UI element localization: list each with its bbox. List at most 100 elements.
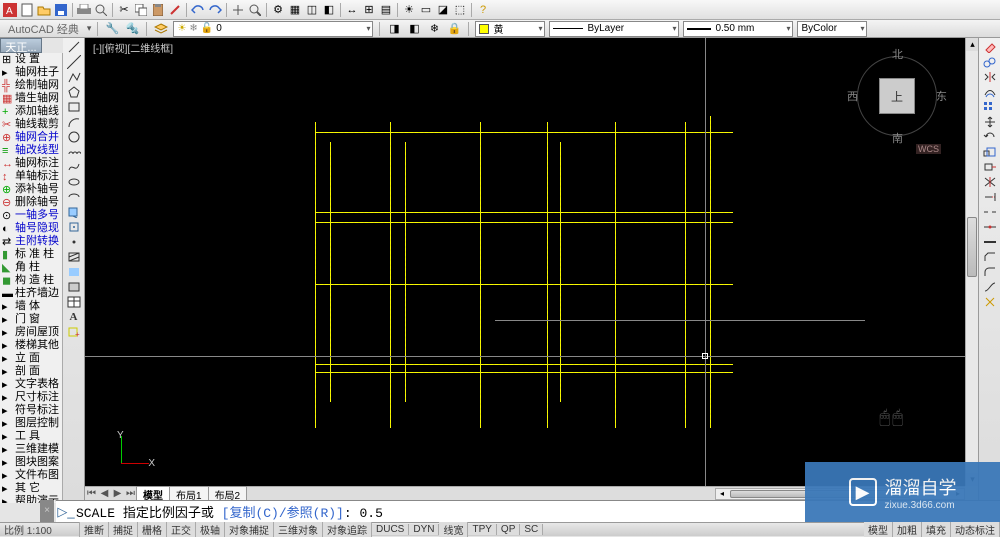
scroll-thumb[interactable] [967, 217, 977, 277]
scale-icon[interactable] [981, 145, 999, 159]
status-3dosnap[interactable]: 三维对象 [274, 522, 323, 537]
status-grid[interactable]: 栅格 [138, 522, 167, 537]
save-icon[interactable] [53, 2, 69, 18]
lp-trim-axis[interactable]: ✂轴线裁剪 [0, 118, 62, 131]
addsel-icon[interactable]: + [65, 325, 83, 339]
tab-prev-icon[interactable]: ◀ [98, 488, 111, 499]
trim-icon[interactable] [981, 175, 999, 189]
lp-block[interactable]: ▸图块图案 [0, 456, 62, 469]
rotate-icon[interactable] [981, 130, 999, 144]
offset-icon[interactable] [981, 85, 999, 99]
lp-std-col[interactable]: ▮标 准 柱 [0, 248, 62, 261]
array-icon[interactable] [981, 100, 999, 114]
lp-corner-col[interactable]: ◣角 柱 [0, 261, 62, 274]
rect-icon[interactable] [65, 100, 83, 114]
status-lwt[interactable]: 线宽 [439, 522, 468, 537]
cut-icon[interactable]: ✂ [116, 2, 132, 18]
status-coord[interactable]: 比例 1:100 [0, 522, 80, 537]
open-icon[interactable] [36, 2, 52, 18]
layer-combo[interactable]: ☀❄🔓 0 [173, 21, 373, 37]
dim-icon[interactable]: ↔ [344, 2, 360, 18]
paste-icon[interactable] [150, 2, 166, 18]
lp-add-num[interactable]: ⊕添补轴号 [0, 183, 62, 196]
status-snap[interactable]: 捕捉 [109, 522, 138, 537]
sheet-icon[interactable]: ▭ [418, 2, 434, 18]
circle-icon[interactable] [65, 130, 83, 144]
wcs-label[interactable]: WCS [916, 144, 941, 154]
tool-icon[interactable]: ⚙ [270, 2, 286, 18]
viewcube-top[interactable]: 上 [879, 78, 915, 114]
point-icon[interactable] [65, 235, 83, 249]
insert-icon[interactable] [65, 205, 83, 219]
table-icon[interactable] [65, 295, 83, 309]
status-qp[interactable]: QP [497, 524, 520, 535]
render-icon[interactable]: ☀ [401, 2, 417, 18]
status-dyndim[interactable]: 动态标注 [951, 522, 1000, 537]
status-infer[interactable]: 推断 [80, 522, 109, 537]
lp-axis-dim[interactable]: ↔轴网标注 [0, 157, 62, 170]
line-icon[interactable] [65, 40, 83, 54]
lp-section[interactable]: ▸剖 面 [0, 365, 62, 378]
status-polar[interactable]: 极轴 [196, 522, 225, 537]
fillet-icon[interactable] [981, 265, 999, 279]
lp-other[interactable]: ▸其 它 [0, 482, 62, 495]
ellipse-arc-icon[interactable] [65, 190, 83, 204]
stretch-icon[interactable] [981, 160, 999, 174]
layeroff-icon[interactable]: ◧ [406, 21, 422, 37]
color-combo[interactable]: 黄 [475, 21, 545, 37]
table-icon[interactable]: ▤ [378, 2, 394, 18]
lp-3d[interactable]: ▸三维建模 [0, 443, 62, 456]
spline-icon[interactable] [65, 160, 83, 174]
block-make-icon[interactable] [65, 220, 83, 234]
lp-door[interactable]: ▸门 窗 [0, 313, 62, 326]
lp-hide-num[interactable]: ◐轴号隐现 [0, 222, 62, 235]
linetype-combo[interactable]: ByLayer [549, 21, 679, 37]
help-icon[interactable]: ? [475, 2, 491, 18]
lp-swap[interactable]: ⇄主附转换 [0, 235, 62, 248]
move-icon[interactable] [981, 115, 999, 129]
lp-text[interactable]: ▸文字表格 [0, 378, 62, 391]
chamfer-icon[interactable] [981, 250, 999, 264]
lp-merge-axis[interactable]: ⊕轴网合并 [0, 131, 62, 144]
undo-icon[interactable] [190, 2, 206, 18]
lp-multi-num[interactable]: ⊙一轴多号 [0, 209, 62, 222]
lp-axis-column[interactable]: ▸轴网柱子 [0, 66, 62, 79]
layer-mgr-icon[interactable] [153, 21, 169, 37]
cmd-close-icon[interactable]: × [40, 500, 54, 522]
status-osnap[interactable]: 对象捕捉 [225, 522, 274, 537]
tab-first-icon[interactable]: ⏮ [85, 488, 98, 499]
join-icon[interactable] [981, 235, 999, 249]
lineweight-combo[interactable]: 0.50 mm [683, 21, 793, 37]
region-icon[interactable] [65, 280, 83, 294]
lp-tools[interactable]: ▸工 具 [0, 430, 62, 443]
plot-preview-icon[interactable] [93, 2, 109, 18]
layerfrz-icon[interactable]: ❄ [426, 21, 442, 37]
lp-symbol[interactable]: ▸符号标注 [0, 404, 62, 417]
status-model[interactable]: 模型 [864, 522, 893, 537]
tab-next-icon[interactable]: ▶ [111, 488, 124, 499]
lp-file[interactable]: ▸文件布图 [0, 469, 62, 482]
status-ducs[interactable]: DUCS [372, 524, 409, 535]
lp-del-num[interactable]: ⊖删除轴号 [0, 196, 62, 209]
revcloud-icon[interactable] [65, 145, 83, 159]
lp-struct-col[interactable]: ◼构 造 柱 [0, 274, 62, 287]
ws2-icon[interactable]: 🔩 [124, 21, 140, 37]
viewport-label[interactable]: [-][俯视][二维线框] [93, 40, 173, 55]
block-icon[interactable]: ◪ [435, 2, 451, 18]
xref-icon[interactable]: ⬚ [452, 2, 468, 18]
cmd-input[interactable] [359, 506, 409, 521]
status-sc[interactable]: SC [520, 524, 543, 535]
status-otrack[interactable]: 对象追踪 [323, 522, 372, 537]
pan-icon[interactable] [230, 2, 246, 18]
arc-icon[interactable] [65, 115, 83, 129]
cmd-options[interactable]: [复制(C)/参照(R)] [222, 506, 344, 521]
ws1-icon[interactable]: 🔧 [104, 21, 120, 37]
match-icon[interactable] [167, 2, 183, 18]
lp-room[interactable]: ▸房间屋顶 [0, 326, 62, 339]
redo-icon[interactable] [207, 2, 223, 18]
lp-single-dim[interactable]: ↕单轴标注 [0, 170, 62, 183]
pline-icon[interactable] [65, 70, 83, 84]
lp-wall-axis[interactable]: ▦墙生轴网 [0, 92, 62, 105]
gradient-icon[interactable] [65, 265, 83, 279]
new-icon[interactable] [19, 2, 35, 18]
